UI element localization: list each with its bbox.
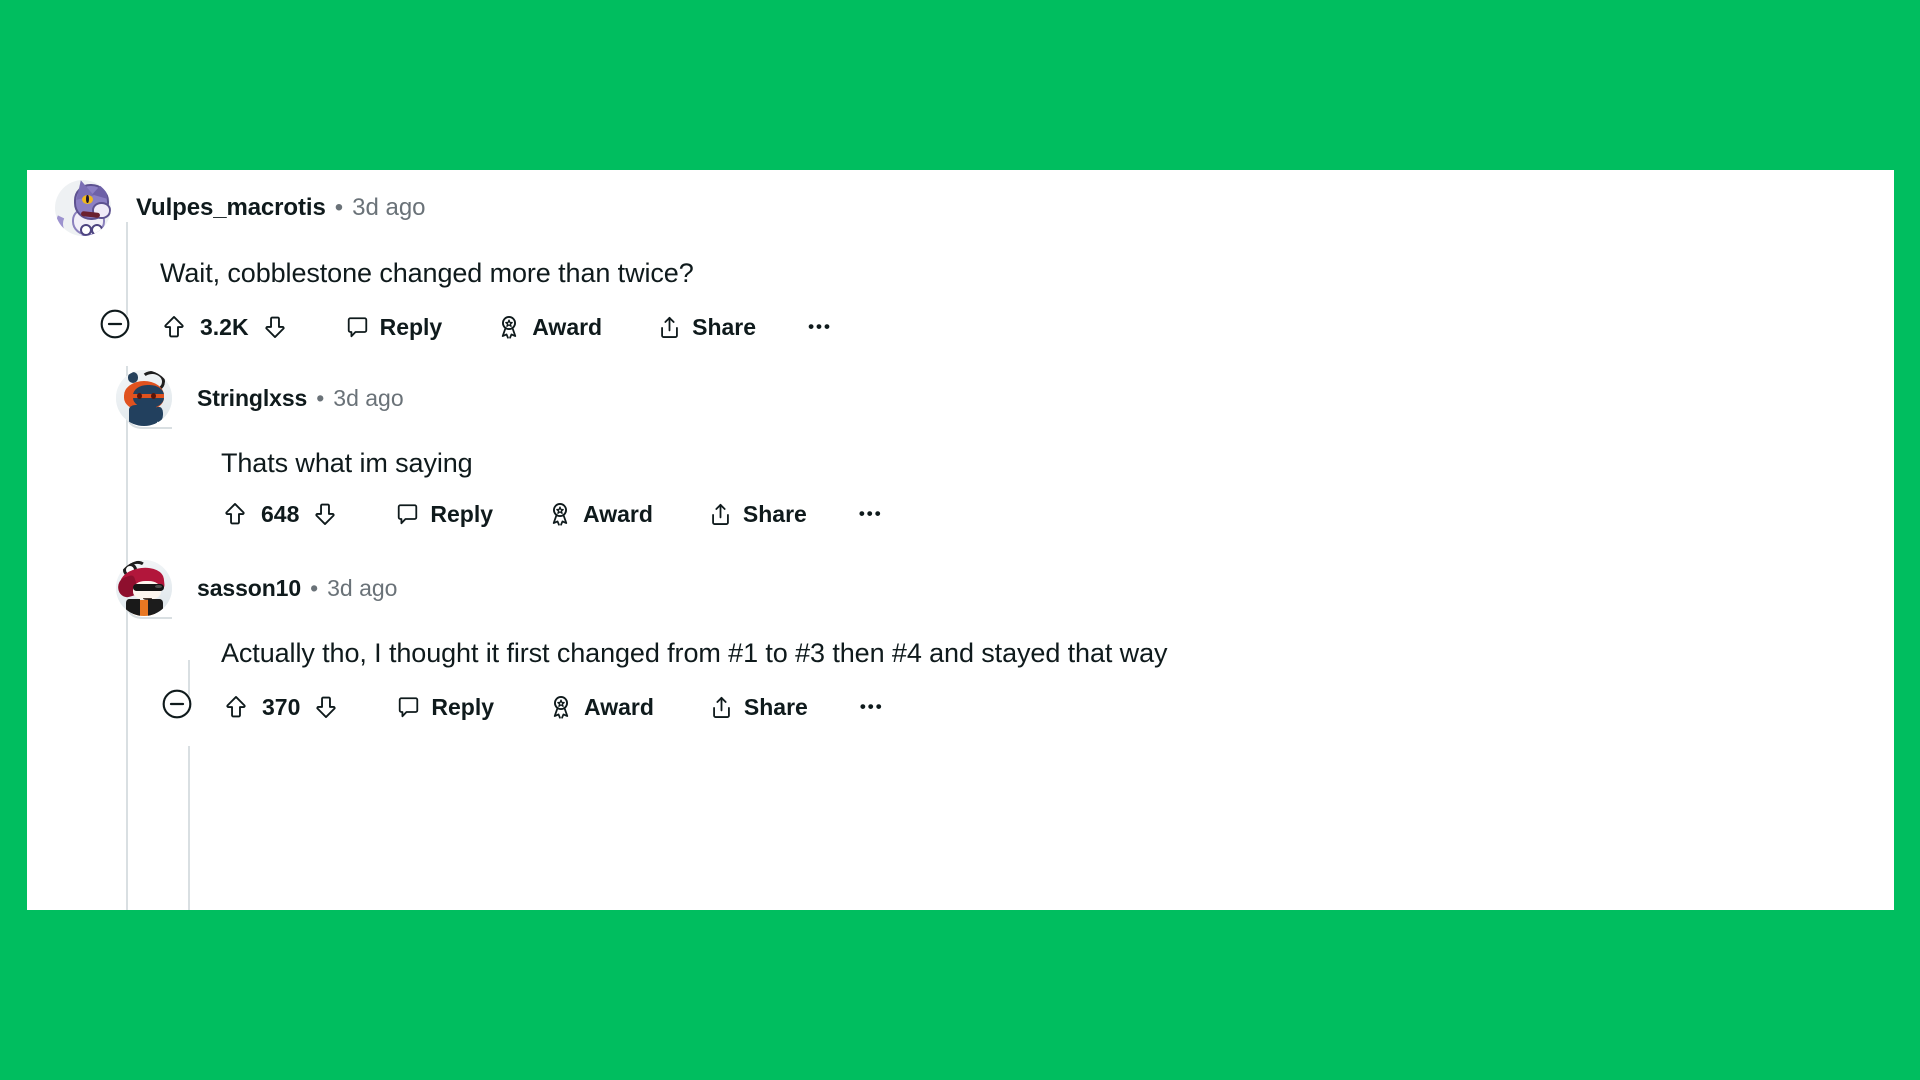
comment-3-collapse-button[interactable] [160,688,194,726]
comment-3-reply-label: Reply [431,693,495,720]
comment-3-header: sasson10 • 3d ago [116,560,397,616]
comment-3-reply-button[interactable]: Reply [395,694,494,721]
thread-line-depth-1-comment-3-lower [188,746,190,910]
comment-thread-card: Vulpes_macrotis • 3d ago Wait, cobblesto… [27,170,1894,910]
upvote-arrow-icon [160,313,188,341]
comment-3-share-button[interactable]: Share [708,694,808,721]
comment-2-score: 648 [261,500,300,527]
comment-bubble-icon [395,694,422,721]
purple-fox-avatar[interactable] [55,180,111,236]
comment-3-separator: • [310,574,319,601]
orange-hood-snoo-avatar[interactable] [116,370,172,426]
comment-1-award-button[interactable]: Award [495,313,602,341]
comment-bubble-icon [344,314,371,341]
comment-3-more-button[interactable]: ••• [860,697,884,717]
award-ribbon-icon [495,313,523,341]
comment-2-more-button[interactable]: ••• [859,504,883,524]
comment-3-username[interactable]: sasson10 [197,575,301,602]
comment-1-score: 3.2K [200,313,249,340]
comment-1-header: Vulpes_macrotis • 3d ago [55,180,426,236]
share-arrow-icon [707,501,734,528]
comment-1-upvote-button[interactable] [160,313,188,341]
comment-1-username[interactable]: Vulpes_macrotis [136,194,326,222]
comment-1-reply-button[interactable]: Reply [344,313,443,341]
comment-3-body: Actually tho, I thought it first changed… [221,638,1168,668]
comment-1-timestamp: 3d ago [352,194,426,221]
downvote-arrow-icon [312,693,340,721]
comment-2-share-label: Share [742,500,807,527]
comment-2-header: Stringlxss • 3d ago [116,370,404,426]
red-hair-sunglasses-avatar[interactable] [116,560,172,616]
comment-2-separator: • [316,384,325,411]
comment-2-username[interactable]: Stringlxss [197,385,307,412]
award-ribbon-icon [546,500,574,528]
comment-3-downvote-button[interactable] [312,693,340,721]
minus-circle-icon [161,688,193,726]
comment-2-share-button[interactable]: Share [707,501,807,528]
comment-bubble-icon [394,501,421,528]
comment-1-more-button[interactable]: ••• [808,317,832,337]
comment-3-score: 370 [262,693,301,720]
comment-1-share-button[interactable]: Share [656,314,756,341]
comment-2-award-label: Award [583,500,653,527]
comment-2-reply-button[interactable]: Reply [394,501,493,528]
comment-2-upvote-button[interactable] [221,500,249,528]
comment-3-action-bar: 370 Reply Award Share ••• [160,688,884,726]
comment-1-downvote-button[interactable] [261,313,289,341]
comment-1-body: Wait, cobblestone changed more than twic… [160,258,694,288]
comment-3-upvote-button[interactable] [222,693,250,721]
comment-1-share-label: Share [692,313,757,340]
comment-3-award-label: Award [584,693,654,720]
comment-1-action-bar: 3.2K Reply Award Share ••• [98,308,832,346]
upvote-arrow-icon [221,500,249,528]
comment-1-reply-label: Reply [379,313,443,340]
comment-3-timestamp: 3d ago [327,574,398,601]
comment-1: Vulpes_macrotis • 3d ago Wait, cobblesto… [27,170,1894,370]
award-ribbon-icon [547,693,575,721]
comment-1-collapse-button[interactable] [98,308,132,346]
comment-2-award-button[interactable]: Award [546,500,653,528]
comment-2-action-bar: 648 Reply Award Share ••• [221,500,883,528]
comment-3-share-label: Share [743,693,808,720]
comment-1-separator: • [334,194,344,221]
comment-2-reply-label: Reply [430,500,494,527]
comment-2-timestamp: 3d ago [333,384,404,411]
downvote-arrow-icon [261,313,289,341]
share-arrow-icon [708,694,735,721]
upvote-arrow-icon [222,693,250,721]
downvote-arrow-icon [311,500,339,528]
minus-circle-icon [99,308,131,346]
comment-3-award-button[interactable]: Award [547,693,654,721]
comment-3: sasson10 • 3d ago Actually tho, I though… [27,550,1894,750]
share-arrow-icon [656,314,683,341]
comment-2-downvote-button[interactable] [311,500,339,528]
comment-2: Stringlxss • 3d ago Thats what im saying… [27,360,1894,550]
comment-2-body: Thats what im saying [221,448,473,478]
comment-1-award-label: Award [532,313,603,340]
